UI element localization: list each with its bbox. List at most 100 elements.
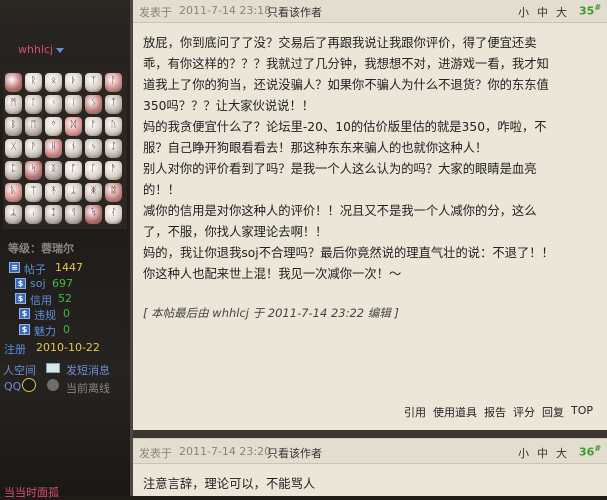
rune-glyph: ᚨ — [110, 76, 117, 86]
rune-stone: ᛨ — [45, 205, 62, 224]
soj-icon: $ — [15, 278, 26, 289]
rune-stone: ᛪ — [85, 205, 102, 224]
rune-glyph: ᛞ — [70, 120, 77, 130]
edit-note: [ 本帖最后由 whhlcj 于 2011-7-14 23:22 编辑 ] — [143, 306, 399, 320]
rune-glyph: ᛚ — [30, 98, 37, 108]
font-size-medium[interactable]: 中 — [537, 4, 548, 20]
rune-stone: ᚠ — [85, 117, 102, 136]
rune-stone: ᛡ — [45, 183, 62, 202]
rune-glyph: ᛇ — [110, 142, 117, 152]
posts-value: 1447 — [55, 261, 83, 274]
rune-stone: ᛋ — [25, 161, 42, 180]
rune-stone: ᚣ — [5, 183, 22, 202]
send-pm-link[interactable]: 发短消息 — [66, 362, 110, 378]
post-line: 350吗？？？让大家伙说说！！ — [143, 99, 315, 113]
credit-value: 52 — [58, 292, 72, 305]
rune-glyph: ᚩ — [70, 164, 77, 174]
post-body: 注意言辞，理论可以，不能骂人 — [143, 474, 603, 495]
rune-stone: ᛩ — [65, 205, 82, 224]
username-text[interactable]: whhlcj — [18, 43, 53, 56]
post-header: 发表于 2011-7-14 23:18 只看该作者 小 中 大 35# — [133, 0, 607, 23]
rune-stone: ᛜ — [45, 117, 62, 136]
rune-glyph: ᛋ — [30, 164, 37, 174]
rune-glyph: ᛩ — [70, 208, 77, 218]
status-offline: 当前离线 — [66, 382, 110, 395]
author-username[interactable]: whhlcj — [18, 43, 65, 56]
rune-glyph: ᛟ — [50, 76, 57, 86]
post-timestamp: 2011-7-14 23:18 — [179, 4, 272, 17]
rune-glyph: ᛖ — [30, 120, 37, 130]
post-line: 了，不服，你找人家理论去啊！！ — [143, 225, 328, 239]
rune-stone: ᚷ — [5, 139, 22, 158]
rune-stone: ᚺ — [45, 139, 62, 158]
posts-label: 帖子 — [24, 263, 46, 276]
rune-stone: ᛒ — [5, 117, 22, 136]
rune-stone: ᚢ — [105, 117, 122, 136]
avatar: ᚱ ᛟ ᚦ ᛉ ᚨ ᛗ ᛚ ᚲ ᛁ ᛊ ᛏ ᛒ ᛖ ᛜ ᛞ ᚠ ᚢ ᚷ ᚹ ᚺ ᚾ ᛃ ᛇ ᛈ ᛋ ᛝ ᚩ ᚪ ᚫ ᚣ ᛠ ᛡ ᛣ ᛤ ᛥ ᛦ ᛧ ᛨ ᛩ ᛪ… — [3, 71, 127, 229]
rune-glyph: ᚱ — [30, 76, 37, 86]
post-36: 发表于 2011-7-14 23:20 只看该作者 小 中 大 36# 注意言辞… — [133, 439, 607, 496]
rune-glyph: ᚫ — [110, 164, 117, 174]
post-35: 发表于 2011-7-14 23:18 只看该作者 小 中 大 35# 放屁，你… — [133, 0, 607, 430]
only-author-link[interactable]: 只看该作者 — [267, 4, 322, 20]
only-author-link[interactable]: 只看该作者 — [267, 445, 322, 461]
user-space-link[interactable]: 人空间 — [3, 362, 36, 378]
font-size-large[interactable]: 大 — [556, 445, 567, 461]
qq-icon[interactable] — [22, 378, 36, 392]
rate-button[interactable]: 评分 — [513, 404, 535, 420]
rune-glyph: ᚲ — [50, 98, 57, 108]
rune-glyph: ᚪ — [90, 164, 97, 174]
rune-stone: ᛤ — [85, 183, 102, 202]
post-line: 妈的我贪便宜什么了？论坛里-20、10的估价版里估的就是350，咋啦，不 — [143, 120, 547, 134]
rune-glyph: ᛥ — [110, 186, 117, 196]
rune-stone: ᚾ — [65, 139, 82, 158]
rune-glyph: ᛧ — [30, 208, 37, 218]
rune-stone: ᚲ — [45, 95, 62, 114]
soj-value: 697 — [52, 277, 73, 290]
rune-stone: ᛞ — [65, 117, 82, 136]
font-size-medium[interactable]: 中 — [537, 445, 548, 461]
font-size-small[interactable]: 小 — [518, 445, 529, 461]
posted-label: 发表于 — [139, 447, 172, 460]
font-size-small[interactable]: 小 — [518, 4, 529, 20]
rune-stone: ᚩ — [65, 161, 82, 180]
rune-glyph: ᚦ — [70, 76, 77, 86]
user-rank: 等级：蓉瑞尔 — [8, 242, 74, 255]
post-line: 别人对你的评价看到了吗？是我一个人这么认为的吗？大家的眼睛是血亮 — [143, 162, 537, 176]
credit-label: 信用 — [30, 294, 52, 307]
warn-icon: $ — [19, 308, 30, 319]
floor-number[interactable]: 35# — [579, 3, 601, 18]
rune-stone: ᛈ — [5, 161, 22, 180]
rune-stone: ᚦ — [65, 73, 82, 92]
rune-stone: ᚹ — [25, 139, 42, 158]
reg-label: 注册 — [4, 343, 26, 356]
post-line: 的！！ — [143, 183, 180, 197]
rune-glyph: ᛉ — [90, 76, 97, 86]
qq-label[interactable]: QQ — [4, 380, 21, 393]
rune-glyph: ᛗ — [10, 98, 17, 108]
post-separator — [133, 430, 607, 438]
rune-stone: ᚨ — [105, 73, 122, 92]
mail-icon[interactable] — [46, 363, 60, 373]
rune-stone: ᛚ — [25, 95, 42, 114]
rune-stone: ᛖ — [25, 117, 42, 136]
post-line: 妈的，我让你退我soj不合理吗？最后你竟然说的理直气壮的说：不退了！！ — [143, 246, 554, 260]
rune-stone: ᛠ — [25, 183, 42, 202]
use-item-button[interactable]: 使用道具 — [433, 404, 477, 420]
header-divider — [133, 438, 607, 439]
floor-number[interactable]: 36# — [579, 444, 601, 459]
rune-glyph: ᛣ — [70, 186, 77, 196]
user2-partial-name[interactable]: 当当时面孤 — [4, 484, 59, 500]
quote-button[interactable]: 引用 — [404, 404, 426, 420]
rune-glyph: ᛦ — [10, 208, 17, 218]
chevron-down-icon[interactable] — [56, 47, 65, 53]
rune-stone: ᛗ — [5, 95, 22, 114]
reply-button[interactable]: 回复 — [542, 404, 564, 420]
rune-glyph: ᛜ — [50, 120, 57, 130]
report-button[interactable]: 报告 — [484, 404, 506, 420]
rune-stone: ᛥ — [105, 183, 122, 202]
rune-glyph: ᛡ — [50, 186, 57, 196]
post-timestamp: 2011-7-14 23:20 — [179, 445, 272, 458]
font-size-large[interactable]: 大 — [556, 4, 567, 20]
top-button[interactable]: TOP — [571, 404, 593, 417]
